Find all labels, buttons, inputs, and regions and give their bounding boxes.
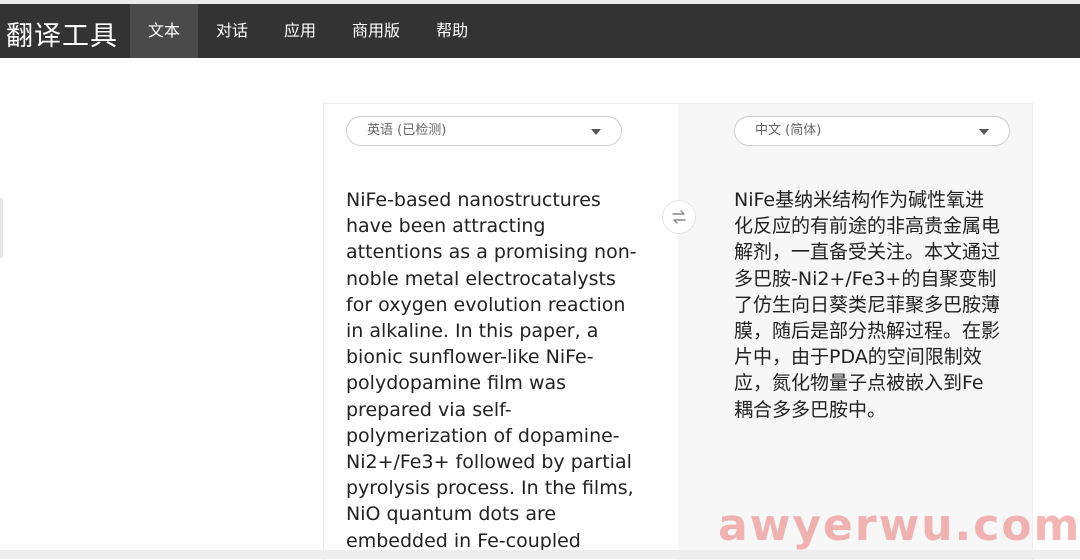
main-nav: 文本 对话 应用 商用版 帮助 [130,4,486,58]
source-text-line: Ni2+/Fe3+ followed by partial [346,451,632,474]
tab-conversation[interactable]: 对话 [198,4,266,58]
source-text-line: prepared via self- [346,398,512,421]
tab-business[interactable]: 商用版 [334,4,418,58]
tab-help[interactable]: 帮助 [418,4,486,58]
bottom-scroll-bar [0,550,1080,559]
translation-text-line: 膜，随后是部分热解过程。在影 [734,320,1001,343]
source-text-line: polydopamine film was [346,372,567,395]
side-edge-divider [0,198,3,258]
translation-text-line: 解剂，一直备受关注。本文通过 [734,241,1001,264]
translation-output: NiFe基纳米结构作为碱性氧进 化反应的有前途的非高贵金属电 解剂，一直备受关注… [734,187,1016,423]
translation-text-line: 多巴胺-Ni2+/Fe3+的自聚变制 [734,267,997,290]
source-language-label: 英语 (已检测) [367,123,447,138]
source-text-line: noble metal electrocatalysts [346,267,616,290]
app-title: 翻译工具 [6,21,118,52]
source-text-line: pyrolysis process. In the films, [346,477,634,500]
source-text-area[interactable]: NiFe-based nanostructures have been attr… [346,187,646,554]
source-text-line: polymerization of dopamine- [346,424,620,447]
swap-arrows-icon [672,210,686,224]
tab-apps[interactable]: 应用 [266,4,334,58]
target-panel: 中文 (简体) NiFe基纳米结构作为碱性氧进 化反应的有前途的非高贵金属电 解… [678,103,1033,560]
source-text-line: in alkaline. In this paper, a [346,320,599,343]
source-panel: 英语 (已检测) NiFe-based nanostructures have … [323,103,679,560]
translation-text-line: 耦合多多巴胺中。 [734,398,887,421]
chevron-down-icon [979,129,989,135]
translation-text-line: 化反应的有前途的非高贵金属电 [734,215,1001,238]
top-navigation-bar: 翻译工具 文本 对话 应用 商用版 帮助 [0,0,1080,58]
source-text-line: bionic sunflower-like NiFe- [346,346,594,369]
target-language-select[interactable]: 中文 (简体) [734,116,1010,146]
chevron-down-icon [591,129,601,135]
translation-text-line: 应，氮化物量子点被嵌入到Fe [734,372,984,395]
source-text-line: have been attracting [346,215,546,238]
translation-text-line: NiFe基纳米结构作为碱性氧进 [734,189,985,211]
watermark-logo: awyerwu.com [718,500,1080,551]
source-language-select[interactable]: 英语 (已检测) [346,116,622,146]
swap-languages-button[interactable] [662,200,696,234]
tab-text[interactable]: 文本 [130,4,199,58]
translation-text-line: 了仿生向日葵类尼菲聚多巴胺薄 [734,293,1001,316]
source-text-line: for oxygen evolution reaction [346,293,626,316]
source-text-line: NiO quantum dots are [346,503,557,526]
target-language-label: 中文 (简体) [755,123,822,138]
source-text-line: NiFe-based nanostructures [346,189,601,211]
translation-text-line: 片中，由于PDA的空间限制效 [734,346,982,369]
source-text-line: attentions as a promising non- [346,241,637,264]
